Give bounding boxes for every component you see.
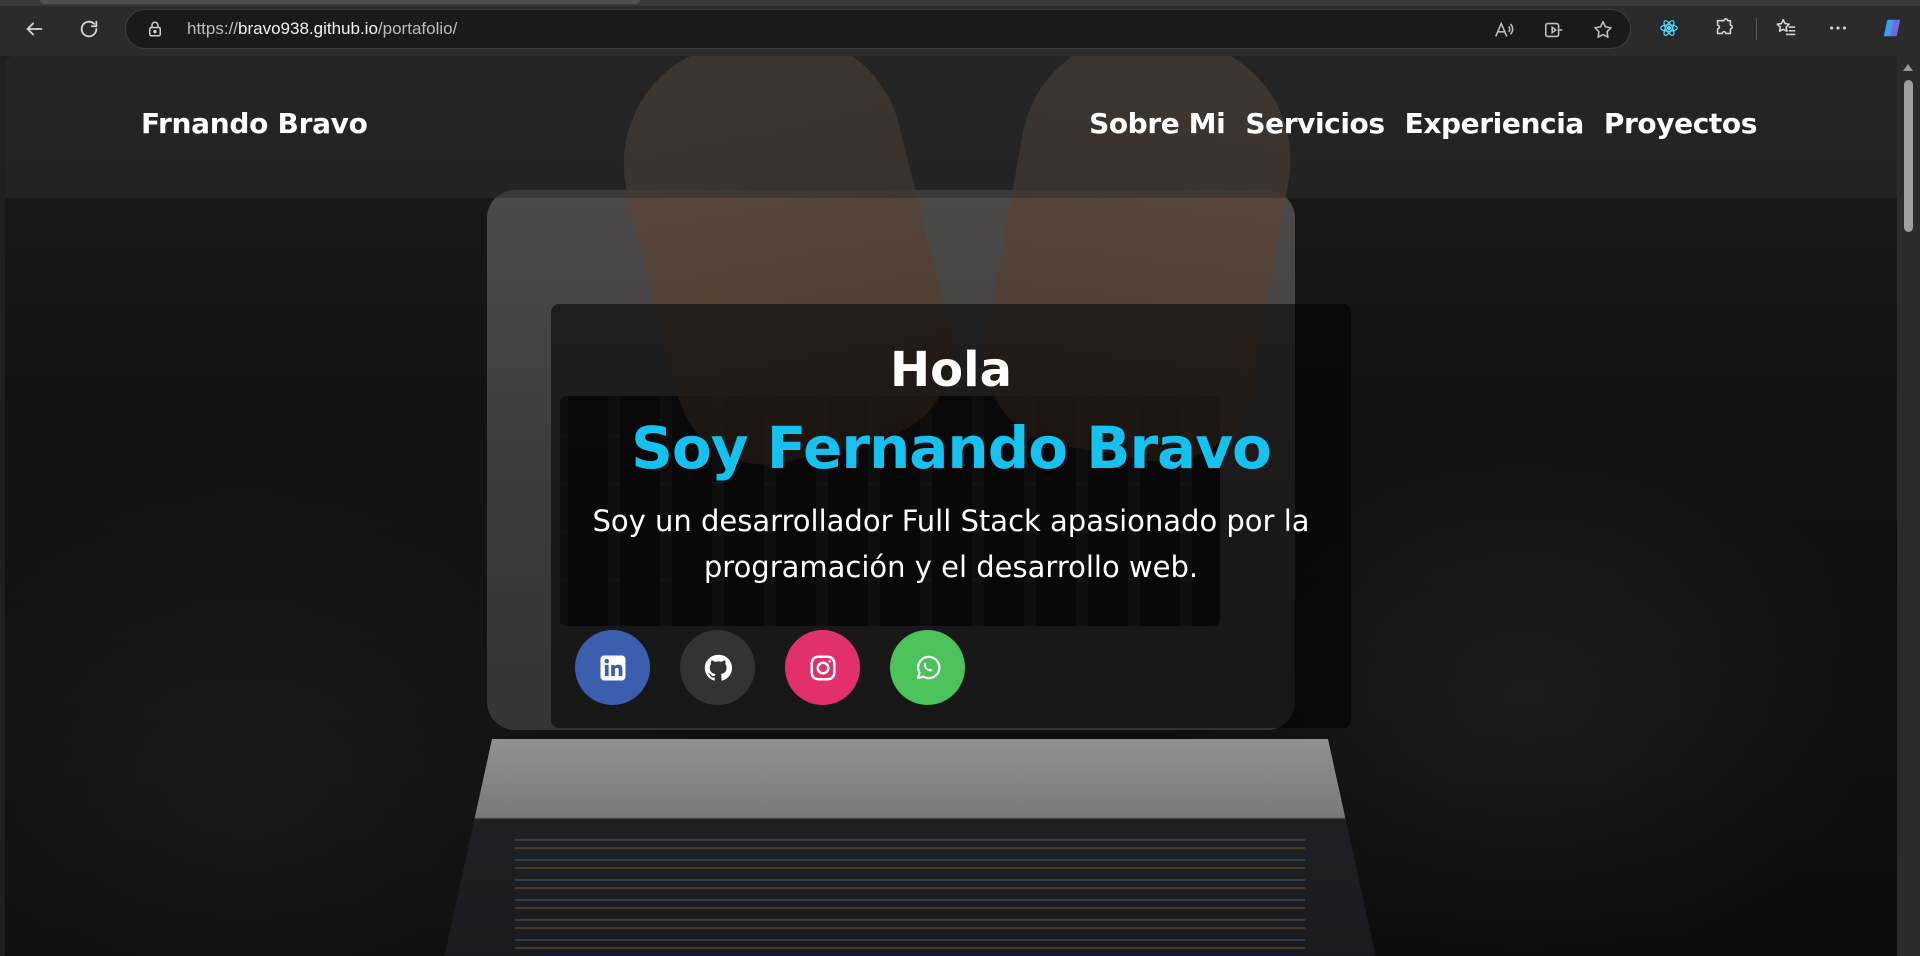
extensions-icon[interactable]	[1712, 16, 1736, 40]
more-icon[interactable]	[1826, 16, 1850, 40]
nav-link-experiencia[interactable]: Experiencia	[1405, 107, 1585, 140]
site-brand[interactable]: Frnando Bravo	[141, 107, 368, 140]
whatsapp-icon	[916, 655, 940, 679]
address-bar[interactable]: https://bravo938.github.io/portafolio/	[125, 9, 1631, 49]
favorite-star-icon[interactable]	[1592, 19, 1614, 41]
page-viewport: Frnando Bravo Sobre Mi Servicios Experie…	[5, 56, 1897, 956]
nav-link-sobre-mi[interactable]: Sobre Mi	[1089, 107, 1226, 140]
immersive-reader-icon[interactable]	[1543, 19, 1565, 41]
nav-link-proyectos[interactable]: Proyectos	[1604, 107, 1757, 140]
url-prefix: https://	[187, 19, 239, 38]
site-nav: Sobre Mi Servicios Experiencia Proyectos	[1089, 107, 1757, 140]
scrollbar-thumb[interactable]	[1904, 80, 1913, 232]
social-links	[575, 630, 965, 705]
react-devtools-icon[interactable]	[1657, 16, 1681, 40]
page-scrollbar[interactable]	[1897, 56, 1920, 956]
linkedin-button[interactable]	[575, 630, 650, 705]
hero-name: Soy Fernando Bravo	[631, 414, 1272, 482]
favorites-icon[interactable]	[1774, 16, 1798, 40]
instagram-icon	[810, 655, 835, 680]
browser-toolbar: https://bravo938.github.io/portafolio/	[0, 0, 1920, 56]
toolbar-divider	[1756, 18, 1757, 40]
url-host: bravo938.github.io	[238, 19, 378, 38]
lock-icon[interactable]	[146, 20, 164, 38]
url-text[interactable]: https://bravo938.github.io/portafolio/	[187, 10, 457, 48]
whatsapp-button[interactable]	[890, 630, 965, 705]
scroll-up-arrow-icon[interactable]	[1903, 64, 1913, 71]
linkedin-icon	[600, 655, 625, 680]
instagram-button[interactable]	[785, 630, 860, 705]
back-icon[interactable]	[16, 12, 52, 46]
github-button[interactable]	[680, 630, 755, 705]
read-aloud-icon[interactable]	[1493, 19, 1515, 41]
copilot-icon[interactable]	[1880, 16, 1904, 40]
url-path: /portafolio/	[377, 19, 458, 38]
hero-description: Soy un desarrollador Full Stack apasiona…	[592, 504, 1310, 584]
site-header: Frnando Bravo Sobre Mi Servicios Experie…	[5, 56, 1897, 198]
hero-card: Hola Soy Fernando Bravo Soy un desarroll…	[551, 304, 1351, 728]
hero-greeting: Hola	[890, 342, 1012, 398]
nav-link-servicios[interactable]: Servicios	[1245, 107, 1385, 140]
reload-icon[interactable]	[71, 12, 107, 46]
github-icon	[704, 654, 732, 681]
